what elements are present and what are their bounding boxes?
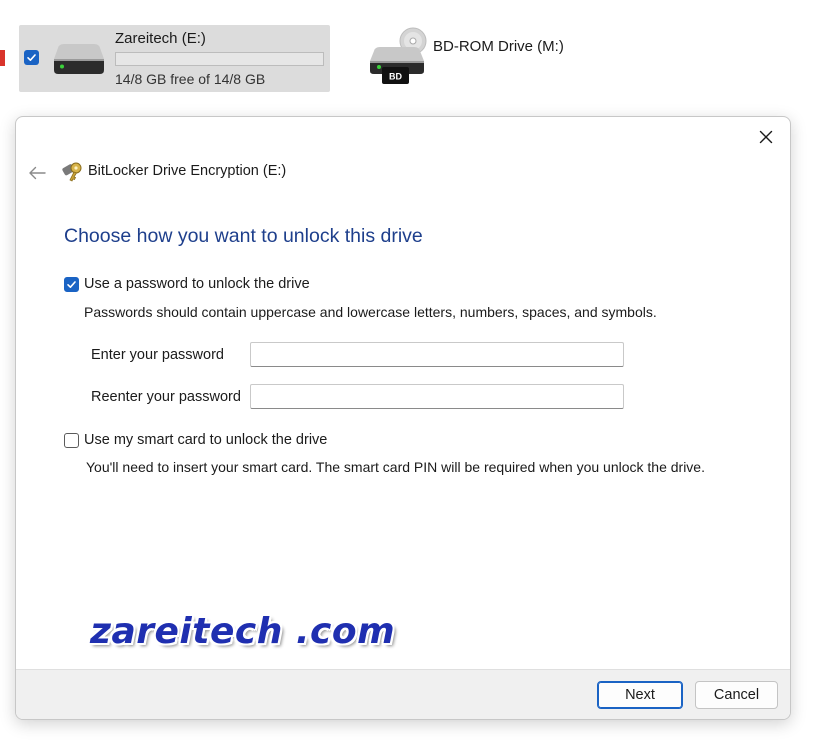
smartcard-checkbox[interactable] — [64, 432, 79, 448]
bitlocker-dialog: BitLocker Drive Encryption (E:) Choose h… — [15, 116, 791, 720]
close-button[interactable] — [752, 123, 780, 151]
smartcard-option-label: Use my smart card to unlock the drive — [84, 432, 328, 448]
reenter-password-label: Reenter your password — [91, 389, 241, 405]
drive-tile-bd-rom[interactable]: BD BD-ROM Drive (M:) — [368, 25, 628, 92]
back-button[interactable] — [24, 162, 50, 184]
bd-badge: BD — [389, 72, 402, 82]
bd-drive-name: BD-ROM Drive (M:) — [433, 38, 564, 55]
password-checkbox[interactable] — [64, 276, 79, 292]
checkmark-icon — [67, 280, 76, 288]
reenter-password-input[interactable] — [250, 384, 624, 409]
enter-password-input[interactable] — [250, 342, 624, 367]
close-icon — [759, 130, 773, 144]
window-title: BitLocker Drive Encryption (E:) — [88, 163, 287, 179]
watermark-logo: zareitech .com — [90, 611, 396, 652]
drive-name: Zareitech (E:) — [115, 30, 206, 47]
bd-rom-drive-icon: BD — [370, 27, 427, 84]
drive-usage-bar — [115, 52, 324, 66]
arrow-left-icon — [29, 166, 46, 180]
dialog-footer: Next Cancel — [16, 669, 790, 719]
drive-tile-zareitech[interactable]: Zareitech (E:) 14/8 GB free of 14/8 GB — [19, 25, 330, 92]
hard-drive-icon — [54, 44, 104, 74]
drive-select-checkbox[interactable] — [24, 50, 39, 65]
drive-free-space: 14/8 GB free of 14/8 GB — [115, 71, 266, 87]
page-heading: Choose how you want to unlock this drive — [64, 225, 423, 247]
cancel-button[interactable]: Cancel — [695, 681, 778, 709]
password-option-label: Use a password to unlock the drive — [84, 276, 310, 292]
enter-password-label: Enter your password — [91, 347, 224, 363]
red-edge-fragment — [0, 50, 5, 66]
next-button[interactable]: Next — [597, 681, 683, 709]
password-option[interactable]: Use a password to unlock the drive — [64, 276, 310, 292]
smartcard-hint: You'll need to insert your smart card. T… — [86, 459, 705, 475]
password-hint: Passwords should contain uppercase and l… — [84, 304, 657, 320]
smartcard-option[interactable]: Use my smart card to unlock the drive — [64, 432, 327, 448]
bitlocker-key-icon — [62, 162, 82, 182]
checkmark-icon — [27, 54, 36, 61]
